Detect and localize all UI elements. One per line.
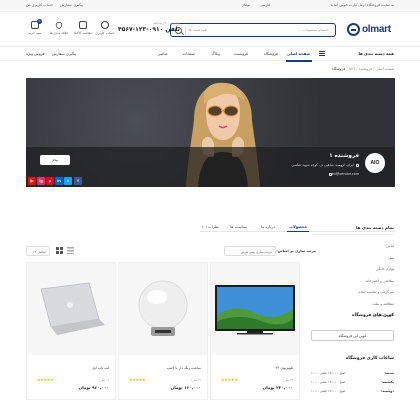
list-view-icon[interactable] bbox=[67, 247, 74, 254]
header: olmart جستجو محصولات ... همه دسته ها پشت… bbox=[0, 12, 420, 46]
tab-policies[interactable]: سیاست ها bbox=[230, 224, 247, 229]
user-icon bbox=[101, 21, 109, 29]
coupons-title: کوپن های فروشگاه bbox=[351, 313, 394, 318]
product-card[interactable]: تلویزیون ۲۴ ★★★★★ (۳ نظر) ۲۳۰,۰۰۰ تومان bbox=[210, 262, 300, 400]
breadcrumb-current: فروشگاه bbox=[331, 67, 346, 71]
vendor-email[interactable]: ex@vendor.com bbox=[327, 172, 359, 176]
hours-row: دوشنبه: ۱۰:۰۰ صبح - ۱۷:۰۰ عصر bbox=[311, 389, 394, 393]
all-categories-button[interactable]: همه دسته بندی ها bbox=[359, 51, 395, 56]
vendor-info-strip: AIO فروشنده ۱ ایران، ارومیه، شاهین دژ، ک… bbox=[26, 147, 395, 187]
sidebar-category-item[interactable]: سلامتی و آشپزخانه bbox=[311, 279, 394, 283]
rating-stars: ★★★★★ bbox=[221, 377, 238, 382]
product-name[interactable]: ساعت زنگ دار با لامپ bbox=[167, 366, 201, 370]
nav-link-order-tracking[interactable]: پیگیری سفارش bbox=[52, 51, 76, 56]
product-image-tv bbox=[211, 263, 299, 355]
breadcrumb-vendor[interactable]: AIO bbox=[349, 67, 355, 71]
nav-item-elements[interactable]: عناصر bbox=[158, 51, 168, 56]
language-switcher[interactable]: فارسی bbox=[259, 3, 270, 7]
nav-item-shop[interactable]: فروشگاه bbox=[264, 51, 278, 56]
twitter-icon[interactable]: t bbox=[64, 177, 72, 185]
linkedin-icon[interactable]: in bbox=[55, 177, 63, 185]
hours-row: شنبه: ۱۰:۰۰ صبح - ۱۷:۰۰ عصر bbox=[311, 371, 394, 375]
vendor-banner: AIO فروشنده ۱ ایران، ارومیه، شاهین دژ، ک… bbox=[26, 78, 395, 187]
compare-button[interactable]: مقایسه کالاها bbox=[72, 21, 94, 35]
facebook-icon[interactable]: f bbox=[74, 177, 82, 185]
product-price: ۹۶۰,۰۰۰ تومان bbox=[78, 385, 109, 390]
review-count: (۳ نظر) bbox=[283, 377, 293, 382]
rating-stars: ★★★★★ bbox=[37, 377, 54, 382]
search-input[interactable]: جستجو محصولات ... bbox=[298, 28, 329, 32]
nav-active-indicator bbox=[286, 60, 312, 62]
vendor-address: ایران، ارومیه، شاهین دژ، کوچه شهید عباسی bbox=[292, 163, 359, 167]
product-price: ۱۶۰,۰۰۰ تومان bbox=[170, 385, 201, 390]
nav-item-pages[interactable]: صفحات bbox=[183, 51, 195, 56]
sidebar-categories-title: تمام دسته بندی ها bbox=[311, 225, 394, 235]
vendor-name: فروشنده ۱ bbox=[329, 153, 359, 159]
sort-select[interactable]: مرتب سازی پیش فرض bbox=[224, 246, 276, 256]
breadcrumb: صفحه اصلی / فروشنده / AIO / فروشگاه bbox=[331, 67, 395, 71]
sidebar-category-item[interactable]: لباس bbox=[311, 244, 394, 248]
pinterest-icon[interactable]: p bbox=[46, 177, 54, 185]
vendor-sidebar: تمام دسته بندی ها لباس مبل لوازم خانگی س… bbox=[311, 225, 394, 325]
top-link-account[interactable]: حساب کاربری من bbox=[26, 3, 53, 7]
contact-vendor-button[interactable]: پیام bbox=[40, 155, 70, 165]
main-nav: همه دسته بندی ها صفحه اصلی فروشگاه فروشن… bbox=[0, 46, 420, 62]
location-icon bbox=[356, 163, 359, 167]
nav-item-vendor[interactable]: فروشنده bbox=[234, 51, 248, 56]
wishlist-button[interactable]: علاقه مندی ها bbox=[48, 20, 70, 35]
working-hours-title: ساعات کاری فروشگاه bbox=[345, 356, 394, 361]
cart-button[interactable]: 0 سبد خرید bbox=[24, 19, 46, 35]
vendor-logo: AIO bbox=[365, 153, 385, 173]
nav-item-home[interactable]: صفحه اصلی bbox=[287, 51, 310, 56]
currency-switcher[interactable]: تومان bbox=[241, 3, 250, 7]
sort-label: مرتب سازی بر اساس: bbox=[276, 249, 316, 253]
grid-view-icon[interactable] bbox=[56, 247, 63, 254]
tab-products[interactable]: محصولات bbox=[289, 224, 307, 229]
hours-row: یکشنبه: ۱۰:۰۰ صبح - ۱۷:۰۰ عصر bbox=[311, 380, 394, 384]
sidebar-category-item[interactable]: سرگرمی و تناسب اندام bbox=[311, 290, 394, 294]
product-toolbar: مرتب سازی بر اساس: مرتب سازی پیش فرض نما… bbox=[26, 246, 316, 258]
top-bar: به سایت فروشگاه اومل مارت خوش آمدید فارس… bbox=[0, 0, 420, 12]
breadcrumb-home[interactable]: صفحه اصلی bbox=[376, 67, 395, 71]
product-price: ۲۳۰,۰۰۰ تومان bbox=[262, 385, 293, 390]
search-category-select[interactable]: همه دسته ها bbox=[185, 26, 207, 35]
store-coupon-button[interactable]: کوپن این فروشگاه bbox=[311, 330, 394, 341]
search-bar[interactable]: جستجو محصولات ... همه دسته ها bbox=[170, 23, 336, 37]
nav-link-special-sale[interactable]: فروش ویژه bbox=[26, 51, 45, 56]
youtube-icon[interactable]: ▶ bbox=[28, 177, 36, 185]
rating-stars: ★★★★★ bbox=[129, 377, 146, 382]
tab-about[interactable]: درباره ما bbox=[261, 224, 275, 229]
sidebar-category-item[interactable]: مبل bbox=[311, 256, 394, 260]
product-name[interactable]: تلویزیون ۲۴ bbox=[275, 366, 293, 370]
support-phone: پشتیبانی ۲۴ ساعته تلفن ۰۹۱۰-۱۲۳-۴۵۶۷ bbox=[118, 21, 180, 33]
instagram-icon[interactable]: ig bbox=[37, 177, 45, 185]
product-card[interactable]: ساعت زنگ دار با لامپ ★★★★★ (۲ نظر) ۱۶۰,۰… bbox=[118, 262, 208, 400]
tab-active-indicator bbox=[287, 230, 309, 232]
nav-item-blog[interactable]: وبلاگ bbox=[211, 51, 220, 56]
breadcrumb-vendors[interactable]: فروشنده bbox=[359, 67, 372, 71]
review-count: (۲ نظر) bbox=[191, 377, 201, 382]
cart-count-badge: 0 bbox=[37, 19, 42, 24]
per-page-select[interactable]: نمایش ۱۲ bbox=[26, 246, 50, 256]
compare-icon bbox=[79, 21, 87, 29]
welcome-text: به سایت فروشگاه اومل مارت خوش آمدید bbox=[330, 3, 394, 7]
top-link-order-tracking[interactable]: پیگیری سفارش bbox=[60, 3, 83, 7]
product-name[interactable]: لپ تاپ اپل bbox=[92, 366, 109, 370]
sidebar-category-item[interactable]: مطالعه و تبلت bbox=[311, 302, 394, 306]
product-card[interactable]: لپ تاپ اپل ★★★★★ (۱ نظر) ۹۶۰,۰۰۰ تومان bbox=[26, 262, 116, 400]
account-button[interactable]: حساب کاربری bbox=[94, 21, 116, 35]
site-logo[interactable]: olmart bbox=[347, 21, 394, 37]
tab-reviews[interactable]: نظرات (۰) bbox=[202, 224, 219, 229]
logo-mark-icon bbox=[347, 22, 360, 36]
heart-icon bbox=[54, 20, 64, 30]
sidebar-category-item[interactable]: لوازم خانگی bbox=[311, 267, 394, 271]
review-count: (۱ نظر) bbox=[99, 377, 109, 382]
product-image-lamp bbox=[119, 263, 207, 355]
product-image-laptop bbox=[27, 263, 115, 355]
menu-icon[interactable] bbox=[319, 51, 325, 56]
